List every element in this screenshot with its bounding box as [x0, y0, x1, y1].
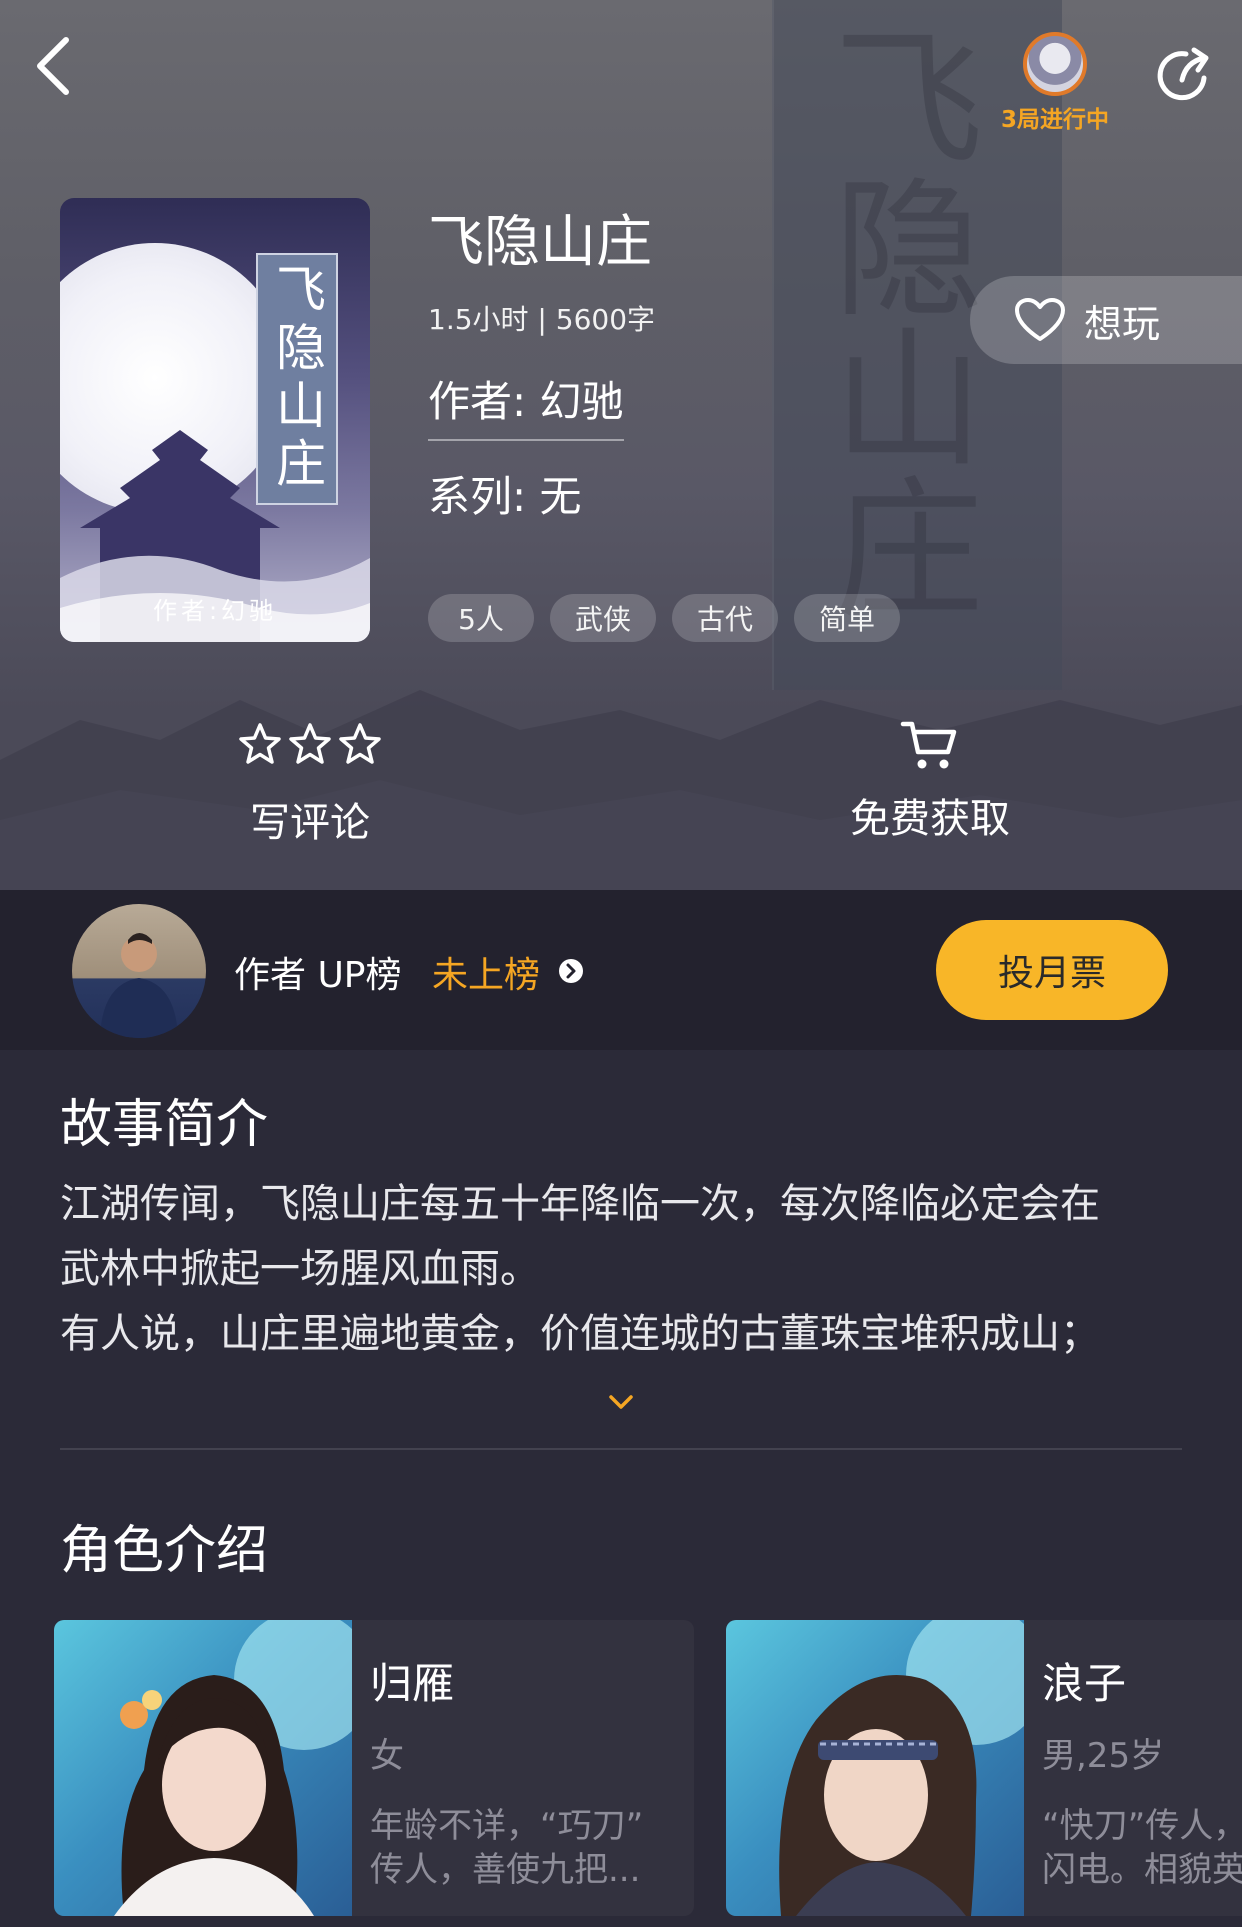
chevron-down-icon[interactable]: [606, 1392, 636, 1414]
role-description-line: 传人，善使九把...: [370, 1850, 641, 1890]
star-outline-icon: [239, 723, 281, 764]
back-icon: [37, 37, 69, 95]
role-portrait: [54, 1620, 352, 1916]
role-gender-age: 女: [370, 1736, 404, 1776]
get-free-label: 免费获取: [850, 796, 1010, 842]
story-line: 江湖传闻，飞隐山庄每五十年降临一次，每次降临必定会在: [60, 1181, 1100, 1227]
role-card[interactable]: 归雁 女 年龄不详，“巧刀” 传人，善使九把...: [54, 1620, 694, 1916]
game-tags: 5人 武侠 古代 简单: [428, 594, 900, 642]
roles-section-title: 角色介绍: [60, 1521, 269, 1581]
story-line: 有人说，山庄里遍地黄金，价值连城的古董珠宝堆积成山；: [60, 1311, 1100, 1357]
story-line: 武林中掀起一场腥风血雨。: [60, 1246, 540, 1292]
author-up-rank-label: 作者 UP榜: [234, 955, 402, 996]
role-description-line: “快刀”传人，: [1042, 1806, 1242, 1846]
get-free-button[interactable]: 免费获取: [820, 718, 1040, 844]
cover-author-art: 作者:幻驰: [152, 597, 278, 625]
tag-genre[interactable]: 武侠: [550, 594, 656, 642]
star-outline-icon: [289, 723, 331, 764]
author-link[interactable]: 作者: 幻驰: [428, 368, 624, 441]
game-header-hero: 飞隐山庄 3局进行中 飞隐山庄 作者:幻驰 飞隐山庄 1.5小时 | 5600字…: [0, 0, 1242, 890]
role-portrait: [726, 1620, 1024, 1916]
game-series: 系列: 无: [428, 472, 582, 521]
role-description: 年龄不详，“巧刀” 传人，善使九把...: [370, 1804, 680, 1892]
role-portrait-art: [114, 1620, 352, 1916]
author-avatar[interactable]: [72, 904, 206, 1038]
back-button[interactable]: [28, 30, 88, 100]
ongoing-games-label: 3局进行中: [1000, 107, 1109, 133]
author-rank-bar: 作者 UP榜 未上榜 投月票: [0, 890, 1242, 1050]
role-gender-age: 男,25岁: [1042, 1736, 1165, 1776]
section-divider: [60, 1448, 1182, 1450]
ongoing-games-indicator[interactable]: 3局进行中: [990, 32, 1120, 136]
role-card[interactable]: 浪子 男,25岁 “快刀”传人， 闪电。相貌英: [726, 1620, 1242, 1916]
write-review-label: 写评论: [250, 800, 370, 846]
role-description-line: 年龄不详，“巧刀”: [370, 1806, 644, 1846]
want-to-play-button[interactable]: 想玩: [970, 276, 1242, 364]
share-button[interactable]: [1152, 40, 1220, 108]
cart-icon: [900, 721, 957, 769]
write-review-button[interactable]: 写评论: [210, 722, 410, 848]
rating-stars: [210, 722, 410, 772]
tag-players[interactable]: 5人: [428, 594, 534, 642]
role-name: 浪子: [1042, 1659, 1127, 1708]
cover-title-art: 飞隐山庄: [268, 263, 326, 495]
share-icon: [1157, 47, 1209, 101]
game-title: 飞隐山庄: [428, 210, 652, 275]
cover-title-plaque: 飞隐山庄: [256, 253, 338, 505]
role-description: “快刀”传人， 闪电。相貌英: [1042, 1804, 1242, 1892]
story-section-title: 故事简介: [60, 1095, 269, 1155]
role-name: 归雁: [370, 1659, 455, 1708]
tag-difficulty[interactable]: 简单: [794, 594, 900, 642]
heart-icon: [1015, 298, 1065, 341]
game-cover-image[interactable]: 飞隐山庄 作者:幻驰: [60, 198, 370, 642]
cart-icon-wrap: [820, 718, 1040, 769]
chevron-right-circle-icon[interactable]: [558, 958, 584, 984]
author-photo: [100, 933, 178, 1038]
ongoing-game-avatar: [1023, 32, 1087, 96]
story-summary[interactable]: 江湖传闻，飞隐山庄每五十年降临一次，每次降临必定会在 武林中掀起一场腥风血雨。 …: [60, 1172, 1190, 1367]
author-up-rank-value[interactable]: 未上榜: [432, 946, 540, 998]
vote-monthly-ticket-button[interactable]: 投月票: [936, 920, 1168, 1020]
role-description-line: 闪电。相貌英: [1042, 1850, 1242, 1890]
game-duration-wordcount: 1.5小时 | 5600字: [428, 303, 656, 336]
tag-era[interactable]: 古代: [672, 594, 778, 642]
game-info: 飞隐山庄 1.5小时 | 5600字 作者: 幻驰 系列: 无: [428, 210, 968, 524]
want-to-play-label: 想玩: [1084, 301, 1161, 346]
role-portrait-art: [779, 1620, 1024, 1916]
star-outline-icon: [339, 723, 381, 764]
